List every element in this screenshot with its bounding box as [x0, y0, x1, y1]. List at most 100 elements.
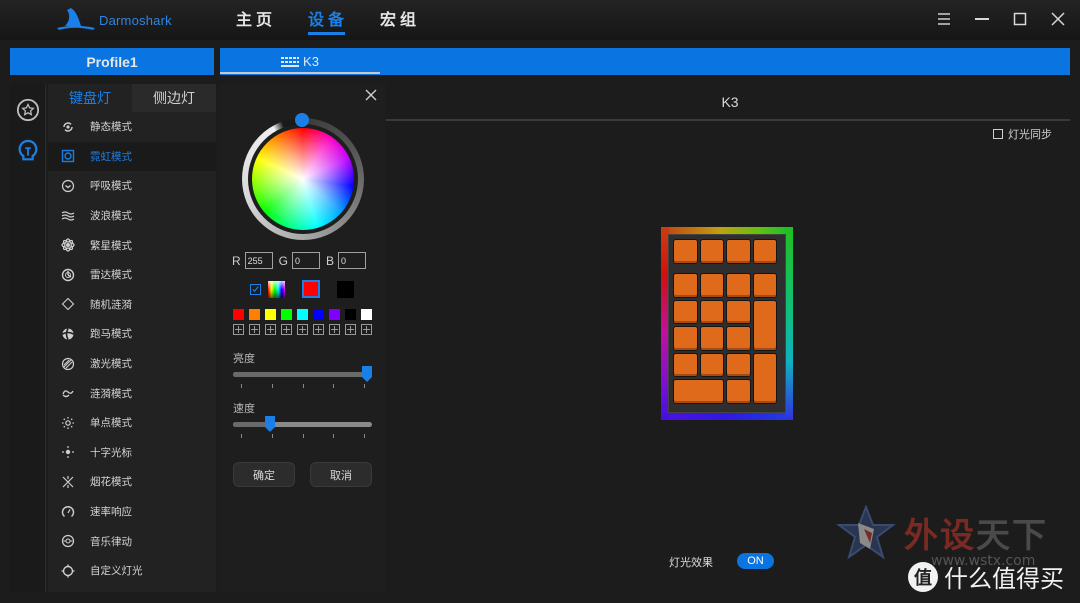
tab-keyboard-light[interactable]: 键盘灯: [48, 84, 132, 112]
add-preset-button[interactable]: [281, 324, 292, 335]
mode-item[interactable]: 十字光标: [48, 438, 216, 468]
color-wheel-knob[interactable]: [295, 113, 309, 127]
profile-tab[interactable]: Profile1: [10, 48, 214, 75]
close-button[interactable]: [1046, 8, 1070, 30]
mode-item[interactable]: 激光模式: [48, 349, 216, 379]
keyboard-key[interactable]: [674, 380, 723, 403]
keyboard-key[interactable]: [753, 274, 776, 297]
add-preset-button[interactable]: [329, 324, 340, 335]
device-tab-k3[interactable]: K3: [220, 48, 380, 75]
mode-item[interactable]: 单点模式: [48, 408, 216, 438]
rainbow-swatch[interactable]: [268, 280, 285, 298]
keyboard-key[interactable]: [753, 353, 776, 403]
keyboard-key[interactable]: [753, 240, 776, 263]
mode-item[interactable]: 烟花模式: [48, 467, 216, 497]
preset-color-swatch[interactable]: [297, 309, 308, 320]
preset-color-swatch[interactable]: [345, 309, 356, 320]
mode-item[interactable]: 雷达模式: [48, 260, 216, 290]
add-preset-button[interactable]: [233, 324, 244, 335]
light-effect-toggle[interactable]: ON: [737, 553, 774, 569]
nav-device[interactable]: 设备: [308, 6, 380, 35]
b-label: B: [326, 253, 335, 268]
keyboard-key[interactable]: [674, 300, 697, 324]
rail-favorites-button[interactable]: [15, 97, 41, 123]
mode-item[interactable]: 静态模式: [48, 112, 216, 142]
preset-color-swatch[interactable]: [313, 309, 324, 320]
tab-side-light[interactable]: 侧边灯: [132, 84, 216, 112]
keyboard-key[interactable]: [727, 380, 750, 403]
preset-color-swatch[interactable]: [249, 309, 260, 320]
add-preset-button[interactable]: [297, 324, 308, 335]
keyboard-key[interactable]: [700, 274, 723, 297]
keyboard-key[interactable]: [700, 300, 723, 324]
keyboard-icon: [281, 56, 300, 67]
mode-item[interactable]: 音乐律动: [48, 526, 216, 556]
mode-item[interactable]: 繁星模式: [48, 230, 216, 260]
keyboard-key[interactable]: [727, 300, 750, 324]
nav-home[interactable]: 主页: [236, 6, 308, 34]
add-preset-button[interactable]: [265, 324, 276, 335]
keyboard-key[interactable]: [700, 240, 723, 263]
r-input[interactable]: [244, 252, 273, 269]
preset-color-swatch[interactable]: [265, 309, 276, 320]
keyboard-key[interactable]: [674, 274, 697, 297]
g-input[interactable]: [292, 252, 321, 269]
close-panel-icon[interactable]: [364, 88, 378, 102]
keyboard-key[interactable]: [753, 300, 776, 350]
mode-item[interactable]: 霓虹模式: [48, 141, 216, 172]
preset-color-swatch[interactable]: [281, 309, 292, 320]
keyboard-key[interactable]: [674, 240, 697, 263]
rail-lighting-button[interactable]: [15, 138, 41, 164]
keyboard-key[interactable]: [674, 327, 697, 350]
mode-item[interactable]: 涟漪模式: [48, 378, 216, 408]
light-sync-checkbox[interactable]: 灯光同步: [993, 126, 1052, 142]
smzdm-name: 什么值得买: [944, 565, 1064, 593]
title-bar: Darmoshark 主页 设备 宏组: [0, 0, 1080, 40]
ripple-icon: [60, 385, 76, 401]
add-preset-button[interactable]: [361, 324, 372, 335]
keyboard-preview: [661, 227, 793, 420]
add-preset-button[interactable]: [345, 324, 356, 335]
mode-item[interactable]: 跑马模式: [48, 319, 216, 349]
keyboard-key[interactable]: [727, 274, 750, 297]
secondary-color-swatch[interactable]: [337, 280, 354, 298]
cancel-button[interactable]: 取消: [310, 462, 372, 487]
preset-color-swatch[interactable]: [233, 309, 244, 320]
mode-item[interactable]: 速率响应: [48, 497, 216, 527]
keyboard-key[interactable]: [727, 353, 750, 377]
speed-slider[interactable]: [233, 416, 372, 432]
add-preset-button[interactable]: [249, 324, 260, 335]
minimize-icon: [975, 18, 989, 20]
preset-color-swatch[interactable]: [329, 309, 340, 320]
color-wheel[interactable]: [252, 128, 354, 230]
color-wheel-picker[interactable]: [242, 113, 364, 240]
r-label: R: [232, 253, 241, 268]
brightness-slider[interactable]: [233, 366, 372, 382]
mode-item[interactable]: 呼吸模式: [48, 171, 216, 201]
keyboard-key[interactable]: [674, 353, 697, 377]
maximize-button[interactable]: [1008, 8, 1032, 30]
mode-item[interactable]: 随机涟漪: [48, 290, 216, 320]
wave-icon: [60, 208, 76, 224]
minimize-button[interactable]: [970, 8, 994, 30]
mode-item[interactable]: 波浪模式: [48, 201, 216, 231]
brand-name: Darmoshark: [99, 12, 172, 28]
rainbow-checkbox[interactable]: [250, 283, 261, 295]
menu-button[interactable]: [932, 8, 956, 30]
preset-color-swatch[interactable]: [361, 309, 372, 320]
keyboard-key[interactable]: [700, 327, 723, 350]
mode-item-label: 十字光标: [90, 446, 132, 459]
mode-item-label: 霓虹模式: [90, 150, 132, 163]
keyboard-key[interactable]: [727, 240, 750, 263]
add-preset-button[interactable]: [313, 324, 324, 335]
mode-item[interactable]: 自定义灯光: [48, 556, 216, 586]
confirm-button[interactable]: 确定: [233, 462, 295, 487]
keyboard-key[interactable]: [727, 327, 750, 350]
nav-macro[interactable]: 宏组: [380, 6, 452, 34]
b-input[interactable]: [338, 252, 367, 269]
speed-slider-thumb[interactable]: [265, 416, 276, 432]
preset-add-buttons: [233, 324, 372, 335]
brightness-slider-thumb[interactable]: [362, 366, 372, 382]
current-color-swatch[interactable]: [302, 280, 320, 298]
keyboard-key[interactable]: [700, 353, 723, 377]
